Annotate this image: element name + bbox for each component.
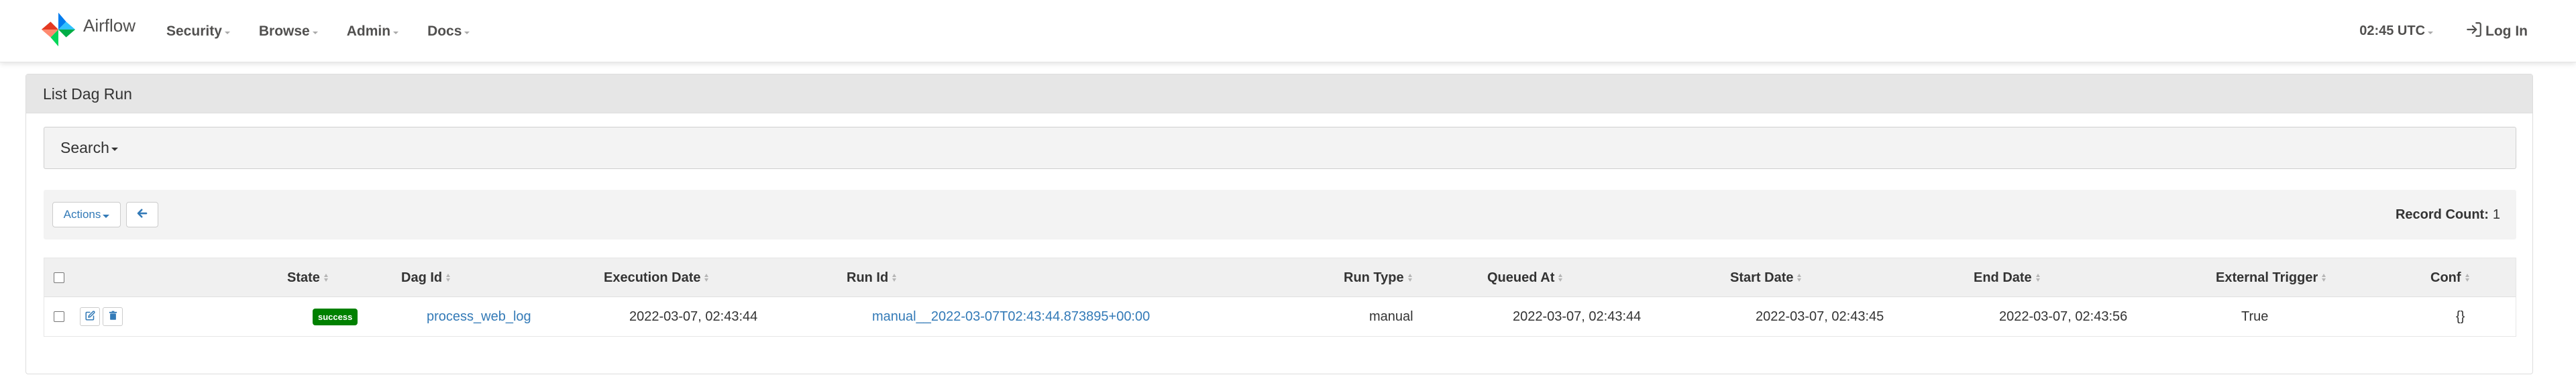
col-run-id[interactable]: Run Id [847,258,897,297]
cell-dag-id-link[interactable]: process_web_log [427,297,531,336]
chevron-down-icon [224,31,230,34]
nav-browse-menu[interactable]: Browse [259,23,318,40]
actions-label: Actions [63,208,101,221]
select-all-cell [54,258,64,297]
col-run-id-label: Run Id [847,270,889,285]
arrow-left-icon [136,207,148,223]
nav-docs-menu[interactable]: Docs [427,23,470,40]
edit-record-button[interactable] [80,307,100,326]
login-link[interactable]: Log In [2465,21,2528,42]
nav-security-menu[interactable]: Security [166,23,230,40]
clock-label: 02:45 UTC [2359,23,2426,38]
sort-icon [323,274,328,282]
col-dag-id-label: Dag Id [401,270,443,285]
sort-icon [446,274,451,282]
col-state-label: State [287,270,320,285]
nav-admin-menu[interactable]: Admin [346,23,399,40]
col-conf[interactable]: Conf [2430,258,2469,297]
utc-clock-dropdown[interactable]: 02:45 UTC [2359,23,2434,39]
list-panel: List Dag Run Search Actions Record Count… [25,74,2533,374]
col-run-type[interactable]: Run Type [1344,258,1412,297]
row-actions [80,297,123,336]
col-dag-id[interactable]: Dag Id [401,258,451,297]
col-start-date-label: Start Date [1730,270,1794,285]
cell-run-type: manual [1369,309,1413,324]
cell-start-date: 2022-03-07, 02:43:45 [1756,309,1884,324]
nav-docs-label: Docs [427,23,462,39]
col-execution-date[interactable]: Execution Date [604,258,709,297]
list-toolbar: Actions Record Count: 1 [44,190,2516,239]
row-checkbox[interactable] [54,311,64,322]
chevron-down-icon [103,214,110,218]
back-button[interactable] [126,202,158,227]
sort-icon [1797,274,1802,282]
sort-icon [2465,274,2469,282]
cell-conf: {} [2456,309,2465,324]
sort-icon [1558,274,1563,282]
col-end-date-label: End Date [1974,270,2032,285]
delete-record-button[interactable] [103,307,123,326]
brand-name: Airflow [83,15,136,36]
login-label: Log In [2485,23,2528,39]
sort-icon [892,274,897,282]
trash-icon [108,309,118,325]
sign-in-icon [2465,21,2485,42]
search-label: Search [60,139,109,156]
cell-execution-date: 2022-03-07, 02:43:44 [629,309,758,324]
record-count-value: 1 [2492,207,2500,222]
top-navbar: Airflow Security Browse Admin Docs 02:45… [0,0,2576,62]
panel-title: List Dag Run [26,74,2532,113]
row-select-cell [54,297,64,336]
cell-end-date: 2022-03-07, 02:43:56 [1999,309,2128,324]
edit-icon [85,309,95,325]
record-count: Record Count: 1 [2396,190,2500,239]
col-end-date[interactable]: End Date [1974,258,2040,297]
chevron-down-icon [464,31,470,34]
chevron-down-icon [393,31,399,34]
sort-icon [704,274,709,282]
nav-admin-label: Admin [346,23,391,39]
actions-button[interactable]: Actions [52,202,121,227]
state-badge: success [313,308,358,325]
cell-state: success [313,297,358,336]
col-external-trigger-label: External Trigger [2216,270,2318,285]
nav-security-label: Security [166,23,222,39]
cell-queued-at: 2022-03-07, 02:43:44 [1513,309,1642,324]
col-external-trigger[interactable]: External Trigger [2216,258,2326,297]
main-menu: Security Browse Admin Docs [166,0,498,62]
search-dropdown[interactable]: Search [44,127,2516,169]
chevron-down-icon [111,148,118,151]
cell-external-trigger: True [2241,309,2269,324]
cell-run-id-link[interactable]: manual__2022-03-07T02:43:44.873895+00:00 [872,297,1150,336]
sort-icon [2035,274,2040,282]
col-run-type-label: Run Type [1344,270,1404,285]
table-row: success process_web_log 2022-03-07, 02:4… [44,297,2516,336]
nav-browse-label: Browse [258,23,310,39]
col-queued-at[interactable]: Queued At [1487,258,1563,297]
nav-right: 02:45 UTC Log In [2359,0,2528,62]
col-start-date[interactable]: Start Date [1730,258,1802,297]
dag-run-table: State Dag Id Execution Date Run Id Run T… [44,258,2516,337]
sort-icon [1407,274,1412,282]
select-all-checkbox[interactable] [54,272,64,283]
chevron-down-icon [312,31,318,34]
brand[interactable]: Airflow [39,9,136,52]
col-state[interactable]: State [287,258,328,297]
col-conf-label: Conf [2430,270,2461,285]
col-execution-date-label: Execution Date [604,270,701,285]
col-queued-at-label: Queued At [1487,270,1555,285]
airflow-logo-icon [39,10,78,52]
table-header: State Dag Id Execution Date Run Id Run T… [44,258,2516,297]
chevron-down-icon [2428,31,2434,34]
record-count-label: Record Count: [2395,207,2489,222]
sort-icon [2322,274,2326,282]
